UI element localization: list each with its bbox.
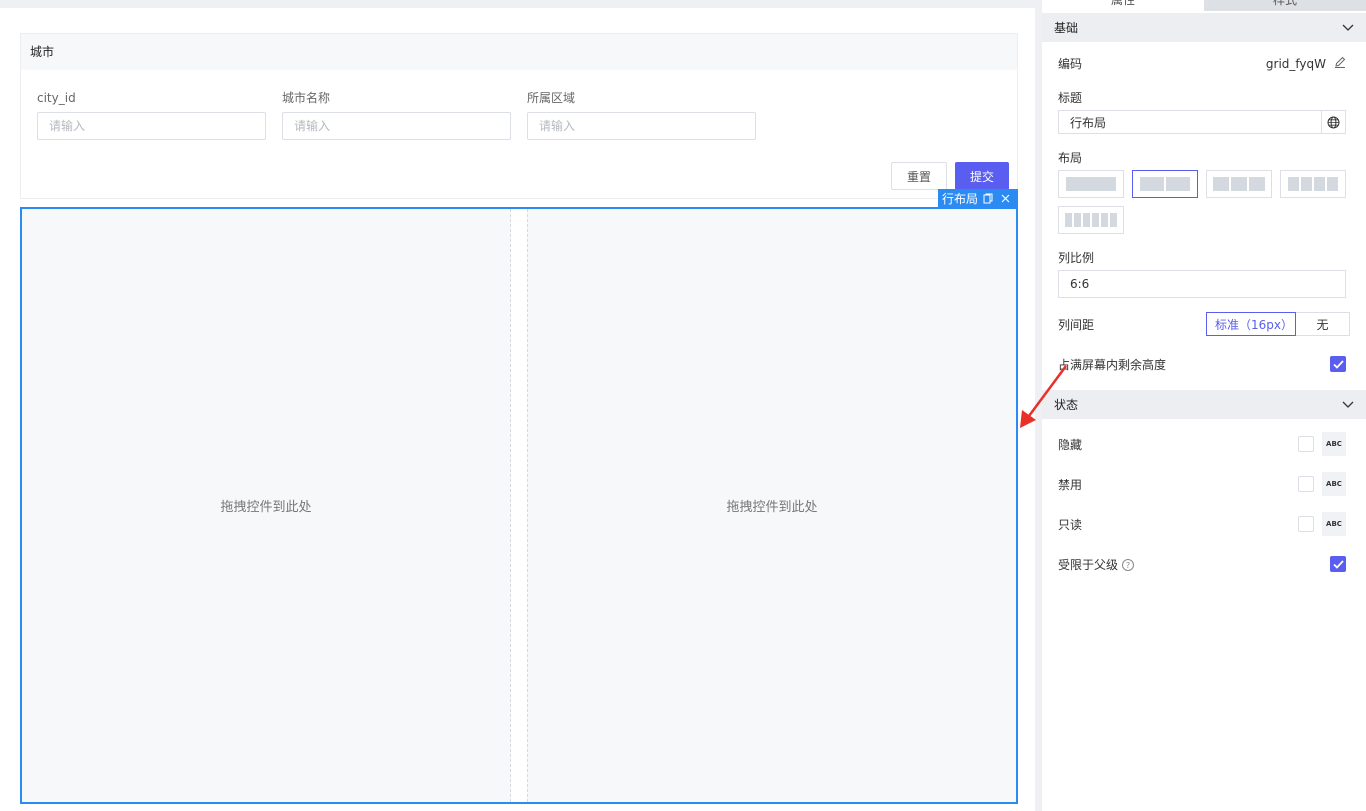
properties-panel: 属性 样式 基础 编码 grid_fyqW 标题 布局 (1042, 0, 1366, 811)
layout-option-4-col[interactable] (1280, 170, 1346, 198)
section-basic-header[interactable]: 基础 (1042, 13, 1366, 42)
layout-block (1083, 213, 1090, 227)
region-input[interactable] (527, 112, 756, 140)
layout-block (1301, 177, 1312, 191)
chevron-down-icon (1342, 21, 1354, 35)
limit-parent-label-group: 受限于父级? (1058, 556, 1135, 573)
layout-block (1231, 177, 1247, 191)
layout-block (1066, 177, 1116, 191)
section-state-header[interactable]: 状态 (1042, 390, 1366, 419)
code-label: 编码 (1058, 57, 1083, 71)
section-title: 基础 (1054, 21, 1079, 35)
copy-icon[interactable] (981, 192, 995, 206)
code-row: 编码 grid_fyqW (1058, 55, 1346, 72)
layout-option-6-col[interactable] (1058, 206, 1124, 234)
state-row-disabled: 禁用 ABC (1058, 472, 1346, 496)
layout-block (1065, 213, 1072, 227)
layout-block (1314, 177, 1325, 191)
grid-tag-label: 行布局 (942, 192, 979, 206)
fill-height-row: 占满屏幕内剩余高度 (1058, 355, 1346, 373)
limit-parent-label: 受限于父级 (1058, 557, 1119, 572)
reset-button[interactable]: 重置 (891, 162, 947, 190)
layout-option-2-col[interactable] (1132, 170, 1198, 198)
layout-block (1101, 213, 1108, 227)
layout-block (1110, 213, 1117, 227)
layout-option-1-col[interactable] (1058, 170, 1124, 198)
layout-block (1249, 177, 1265, 191)
state-controls: ABC (1298, 432, 1346, 456)
state-row-hidden: 隐藏 ABC (1058, 432, 1346, 456)
title-field (1058, 110, 1346, 134)
query-form-card[interactable]: 城市 city_id 城市名称 所属区域 重置 提交 (20, 33, 1018, 199)
form-card-title: 城市 (21, 34, 1017, 70)
gap-segmented-control: 标准（16px） 无 (1206, 312, 1350, 336)
layout-block (1140, 177, 1164, 191)
gap-option-standard[interactable]: 标准（16px） (1206, 312, 1296, 336)
gap-option-none[interactable]: 无 (1296, 312, 1350, 336)
grid-column-drop-zone[interactable]: 拖拽控件到此处 (527, 209, 1016, 802)
globe-icon[interactable] (1321, 111, 1345, 133)
layout-block (1166, 177, 1190, 191)
layout-block (1327, 177, 1338, 191)
city-id-input[interactable] (37, 112, 266, 140)
tab-styles[interactable]: 样式 (1204, 0, 1366, 11)
fill-height-checkbox[interactable] (1330, 356, 1346, 372)
code-value: grid_fyqW (1265, 56, 1326, 71)
state-label: 只读 (1058, 517, 1083, 532)
readonly-checkbox[interactable] (1298, 516, 1314, 532)
help-icon[interactable]: ? (1122, 559, 1135, 571)
layout-option-3-col[interactable] (1206, 170, 1272, 198)
expression-button[interactable]: ABC (1322, 432, 1346, 456)
state-controls: ABC (1298, 512, 1346, 536)
limit-parent-checkbox[interactable] (1330, 556, 1346, 572)
grid-selection-tag: 行布局 (938, 189, 1018, 208)
edit-icon[interactable] (1334, 56, 1346, 71)
layout-block (1074, 213, 1081, 227)
hidden-checkbox[interactable] (1298, 436, 1314, 452)
expression-button[interactable]: ABC (1322, 472, 1346, 496)
expression-button[interactable]: ABC (1322, 512, 1346, 536)
state-row-readonly: 只读 ABC (1058, 512, 1346, 536)
chevron-down-icon (1342, 398, 1354, 412)
column-gap-row: 列间距 标准（16px） 无 (1058, 312, 1350, 336)
gap-label: 列间距 (1058, 317, 1095, 332)
drop-zone-placeholder: 拖拽控件到此处 (220, 500, 312, 515)
field-label: city_id (37, 91, 76, 105)
layout-label: 布局 (1058, 151, 1083, 165)
disabled-checkbox[interactable] (1298, 476, 1314, 492)
code-value-group: grid_fyqW (1266, 56, 1346, 71)
field-label: 所属区域 (527, 91, 576, 105)
field-city-name: 城市名称 (282, 90, 511, 140)
layout-block (1288, 177, 1299, 191)
tab-properties[interactable]: 属性 (1042, 0, 1204, 11)
layout-block (1092, 213, 1099, 227)
state-label: 隐藏 (1058, 437, 1083, 452)
state-row-limit-parent: 受限于父级? (1058, 552, 1346, 576)
title-label: 标题 (1058, 91, 1083, 105)
ratio-label: 列比例 (1058, 251, 1095, 265)
section-title: 状态 (1054, 398, 1079, 412)
submit-button[interactable]: 提交 (955, 162, 1009, 190)
state-controls: ABC (1298, 472, 1346, 496)
close-icon[interactable] (998, 192, 1012, 206)
field-region: 所属区域 (527, 90, 756, 140)
panel-tabs: 属性 样式 (1042, 0, 1366, 11)
field-city-id: city_id (37, 90, 266, 140)
city-name-input[interactable] (282, 112, 511, 140)
fill-height-label: 占满屏幕内剩余高度 (1058, 357, 1167, 372)
field-label: 城市名称 (282, 91, 331, 105)
column-ratio-input[interactable] (1058, 270, 1346, 298)
grid-column-drop-zone[interactable]: 拖拽控件到此处 (22, 209, 511, 802)
state-label: 禁用 (1058, 477, 1083, 492)
layout-block (1213, 177, 1229, 191)
title-input[interactable] (1059, 111, 1321, 133)
row-layout-grid[interactable]: 拖拽控件到此处 拖拽控件到此处 (20, 207, 1018, 804)
design-canvas: 城市 city_id 城市名称 所属区域 重置 提交 行布局 (0, 8, 1035, 811)
drop-zone-placeholder: 拖拽控件到此处 (726, 500, 818, 515)
